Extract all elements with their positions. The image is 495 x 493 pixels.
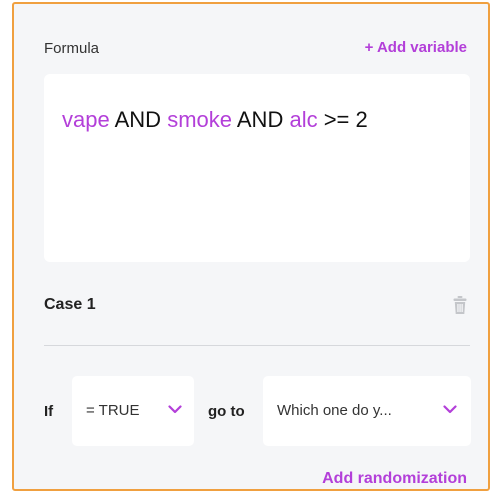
trash-icon[interactable]: [453, 295, 467, 315]
case-title: Case 1: [44, 296, 96, 313]
formula-token-variable: smoke: [167, 107, 232, 132]
case-divider: [44, 345, 470, 346]
formula-editor[interactable]: vape AND smoke AND alc >= 2: [44, 74, 470, 262]
formula-token-operator: >= 2: [317, 107, 368, 132]
if-label: If: [44, 403, 54, 420]
goto-label: go to: [208, 403, 245, 420]
target-question-select[interactable]: Which one do y...: [263, 376, 471, 446]
condition-select[interactable]: = TRUE: [72, 376, 194, 446]
condition-select-value: = TRUE: [86, 402, 140, 419]
target-select-value: Which one do y...: [277, 402, 392, 419]
formula-token-operator: AND: [109, 107, 168, 132]
branching-panel: Formula + Add variable vape AND smoke AN…: [12, 2, 490, 491]
chevron-down-icon: [443, 405, 457, 414]
formula-label: Formula: [44, 40, 100, 57]
formula-token-variable: alc: [289, 107, 318, 132]
formula-token-operator: AND: [231, 107, 290, 132]
chevron-down-icon: [168, 405, 182, 414]
add-variable-button[interactable]: + Add variable: [365, 39, 467, 56]
formula-token-variable: vape: [62, 107, 110, 132]
add-randomization-button[interactable]: Add randomization: [322, 470, 467, 488]
formula-expression: vape AND smoke AND alc >= 2: [62, 107, 368, 133]
